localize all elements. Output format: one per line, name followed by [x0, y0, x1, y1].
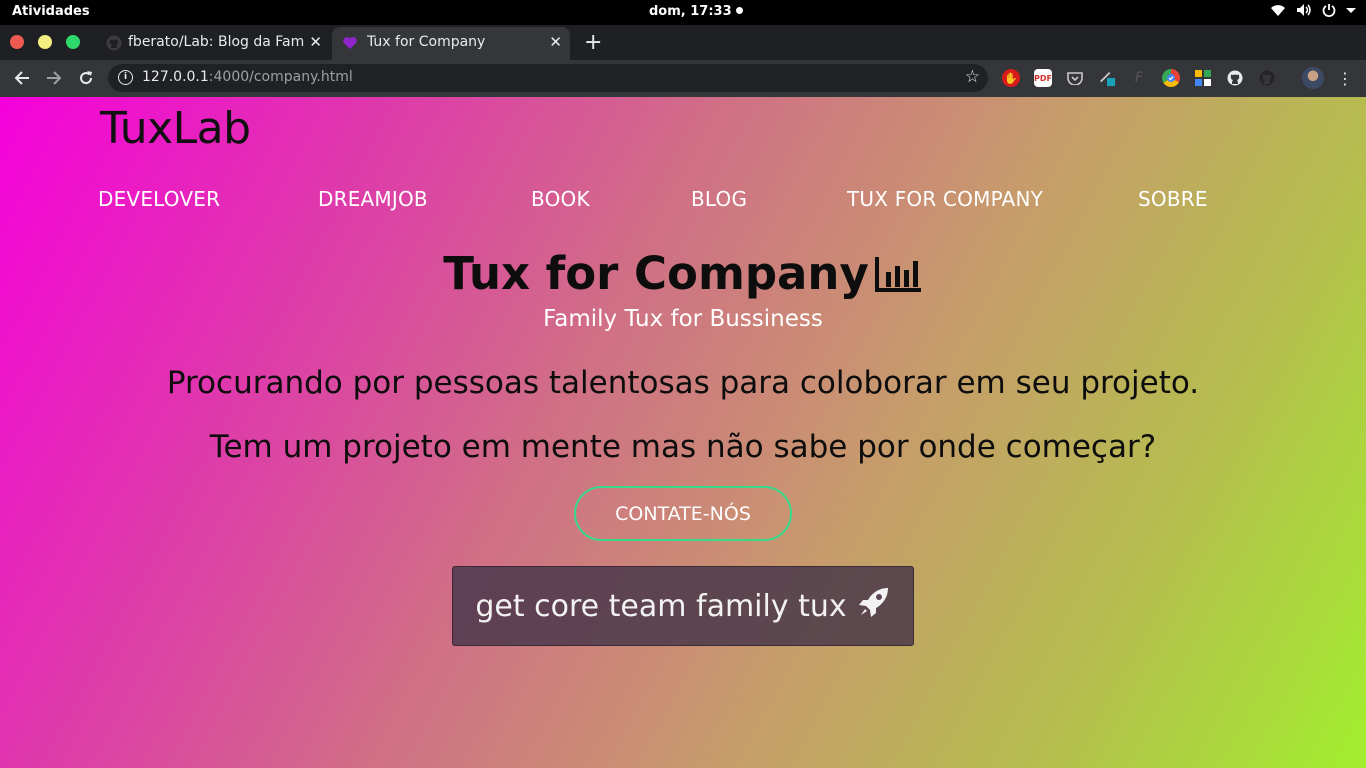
tab-tux-for-company[interactable]: Tux for Company ✕: [332, 27, 570, 60]
browser-tab-strip: fberato/Lab: Blog da Famí ✕ Tux for Comp…: [0, 25, 1366, 60]
tab-title: Tux for Company: [367, 34, 486, 50]
adblock-icon[interactable]: ✋: [1002, 69, 1020, 87]
nav-item-tux-for-company[interactable]: TUX FOR COMPANY: [847, 187, 1043, 211]
page-content: TuxLab DEVELOVER DREAMJOB BOOK BLOG TUX …: [0, 97, 1366, 768]
nav-item-blog[interactable]: BLOG: [691, 187, 747, 211]
close-icon[interactable]: ✕: [309, 33, 322, 51]
github-icon[interactable]: [1226, 69, 1244, 87]
purple-heart-icon: [342, 35, 358, 51]
tab-github[interactable]: fberato/Lab: Blog da Famí ✕: [96, 27, 330, 60]
wifi-icon: [1270, 3, 1286, 17]
pocket-icon[interactable]: [1066, 69, 1084, 87]
core-team-button[interactable]: get core team family tux: [452, 566, 914, 646]
site-logo[interactable]: TuxLab: [100, 103, 251, 154]
bar-chart-icon: [874, 251, 923, 304]
core-team-label: get core team family tux: [475, 588, 847, 624]
volume-icon: [1296, 3, 1312, 17]
browser-toolbar: i 127.0.0.1:4000/company.html ☆ ✋ PDF F …: [0, 60, 1366, 97]
clock-label: dom, 17:33: [649, 4, 732, 19]
window-minimize-button[interactable]: [38, 35, 52, 49]
contact-button[interactable]: CONTATE-NÓS: [574, 486, 792, 541]
nav-item-develover[interactable]: DEVELOVER: [98, 187, 220, 211]
nav-item-book[interactable]: BOOK: [531, 187, 590, 211]
intro-line-1: Procurando por pessoas talentosas para c…: [166, 365, 1200, 401]
grid-ext-icon[interactable]: [1194, 69, 1212, 87]
github-dark-icon[interactable]: [1258, 69, 1276, 87]
url-text: 127.0.0.1:4000/company.html: [142, 69, 353, 85]
chrome-ext-icon[interactable]: [1162, 69, 1180, 87]
nav-item-sobre[interactable]: SOBRE: [1138, 187, 1208, 211]
system-tray[interactable]: [1270, 3, 1356, 17]
pdf-icon[interactable]: PDF: [1034, 69, 1052, 87]
activities-button[interactable]: Atividades: [12, 4, 90, 19]
kebab-menu-icon[interactable]: ⋮: [1336, 69, 1354, 88]
nav-item-dreamjob[interactable]: DREAMJOB: [318, 187, 428, 211]
page-subtitle: Family Tux for Bussiness: [543, 306, 823, 332]
system-top-bar: Atividades dom, 17:33: [0, 0, 1366, 25]
page-title: Tux for Company: [0, 247, 1366, 304]
info-icon[interactable]: i: [118, 70, 133, 85]
url-path: :4000/company.html: [208, 69, 353, 85]
close-icon[interactable]: ✕: [549, 33, 562, 51]
avatar[interactable]: [1302, 67, 1324, 89]
clock[interactable]: dom, 17:33: [649, 4, 743, 19]
forward-arrow-icon[interactable]: [42, 66, 66, 90]
new-tab-button[interactable]: +: [584, 30, 602, 55]
power-icon: [1322, 3, 1336, 17]
chevron-down-icon: [1346, 6, 1356, 14]
page-title-text: Tux for Company: [443, 247, 869, 300]
window-close-button[interactable]: [10, 35, 24, 49]
rocket-icon: [857, 585, 891, 627]
url-host: 127.0.0.1: [142, 69, 209, 85]
back-arrow-icon[interactable]: [10, 66, 34, 90]
bookmark-star-icon[interactable]: ☆: [965, 67, 980, 87]
intro-line-2: Tem um projeto em mente mas não sabe por…: [209, 429, 1157, 465]
pen-icon[interactable]: [1098, 69, 1116, 87]
tab-title: fberato/Lab: Blog da Famí: [128, 34, 304, 50]
reload-icon[interactable]: [74, 66, 98, 90]
font-icon[interactable]: F: [1130, 69, 1148, 87]
address-bar[interactable]: i 127.0.0.1:4000/company.html ☆: [108, 64, 988, 92]
window-maximize-button[interactable]: [66, 35, 80, 49]
notification-dot: [735, 7, 743, 14]
github-icon: [106, 35, 122, 51]
